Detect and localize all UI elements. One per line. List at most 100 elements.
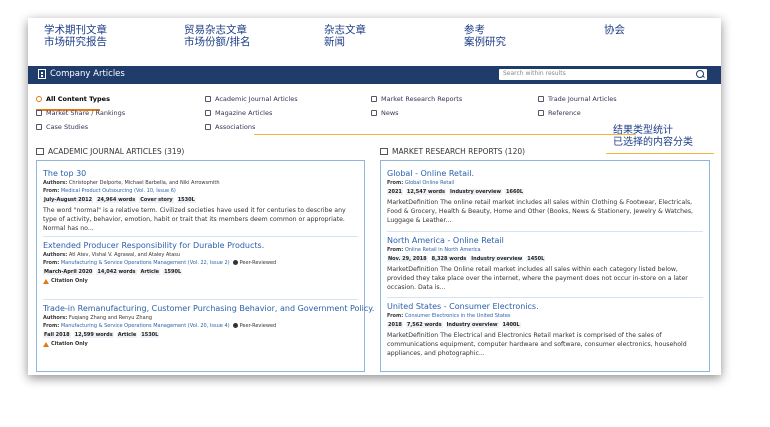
source-link[interactable]: Medical Product Outsourcing (Vol. 10, Is… — [61, 188, 176, 194]
badge-date: July-August 2012 — [43, 197, 94, 203]
filter-label: Market Research Reports — [381, 95, 463, 103]
filter-label: Reference — [548, 109, 581, 117]
filter-market-research-reports[interactable]: Market Research Reports — [371, 95, 462, 103]
search-icon[interactable] — [696, 70, 704, 78]
legend-col-4: 参考 案例研究 — [464, 24, 506, 48]
badge-words: 24,964 words — [96, 197, 137, 203]
source-link[interactable]: Online Retail in North America — [405, 247, 481, 253]
filter-label: All Content Types — [46, 95, 110, 103]
legend-text: 参考 — [464, 24, 485, 36]
badge-type: Industry overview — [445, 322, 499, 328]
newspaper-icon — [371, 110, 377, 116]
badge-words: 8,328 words — [430, 256, 468, 262]
academic-results-panel: The top 30 Authors: Christopher Delporte… — [36, 160, 374, 372]
badge-words: 7,562 words — [405, 322, 443, 328]
source-link[interactable]: Consumer Electronics in the United State… — [405, 313, 511, 319]
legend-col-1: 学术期刊文章 市场研究报告 — [44, 24, 107, 48]
badge-type: Article — [139, 269, 161, 275]
badge-date: 2021 — [387, 189, 403, 195]
result-description: MarketDefinition The online retail marke… — [387, 199, 694, 224]
badge-type: Industry overview — [449, 189, 502, 195]
citation-only: Citation Only — [43, 278, 358, 284]
authors-line: Authors: Christopher Delporte, Michael B… — [43, 180, 358, 186]
filter-label: Associations — [215, 123, 256, 131]
badge-words: 12,547 words — [405, 189, 447, 195]
citation-only: Citation Only — [43, 341, 358, 347]
result-card: North America - Online Retail From: Onli… — [387, 231, 703, 292]
briefcase-icon — [538, 96, 544, 102]
source-line: From: Online Retail in North America — [387, 247, 703, 253]
filter-news[interactable]: News — [371, 109, 399, 117]
badge-date: Nov. 29, 2018 — [387, 256, 428, 262]
source-line: From: Medical Product Outsourcing (Vol. … — [43, 188, 358, 194]
legend-text: 新闻 — [324, 36, 345, 48]
callout-line — [254, 134, 636, 135]
peer-reviewed-label: Peer-Reviewed — [239, 323, 277, 329]
search-input[interactable]: Search within results — [499, 69, 707, 80]
filter-reference[interactable]: Reference — [538, 109, 581, 117]
result-card: Trade-in Remanufacturing, Customer Purch… — [43, 299, 374, 347]
badge-words: 12,599 words — [73, 332, 114, 338]
warning-icon — [43, 278, 49, 284]
badge-date: Fall 2018 — [43, 332, 71, 338]
screenshot-frame: 学术期刊文章 市场研究报告 贸易杂志文章 市场份额/排名 杂志文章 新闻 参考 … — [28, 18, 721, 375]
badge-lexile: 1530L — [140, 332, 160, 338]
filter-trade-journal-articles[interactable]: Trade Journal Articles — [538, 95, 617, 103]
header-title-group: Company Articles — [38, 69, 125, 79]
callout-annotation: 结果类型统计 已选择的内容分类 — [613, 125, 693, 149]
filter-all-content-types[interactable]: All Content Types — [36, 95, 110, 103]
authors: Christopher Delporte, Michael Barbella, … — [68, 180, 220, 186]
filter-market-share-rankings[interactable]: Market Share / Rankings — [36, 109, 125, 117]
authors-line: Authors: Fuqiang Zhang and Renyu Zhang — [43, 315, 358, 321]
book-icon — [205, 110, 211, 116]
badge-lexile: 1450L — [526, 256, 546, 262]
badge-type: Industry overview — [470, 256, 524, 262]
citation-label: Citation Only — [51, 341, 88, 347]
source-link[interactable]: Global Online Retail — [405, 180, 454, 186]
from-label: From: — [43, 323, 60, 329]
peer-reviewed-icon — [232, 323, 238, 328]
legend-text: 市场研究报告 — [44, 36, 107, 48]
source-link[interactable]: Manufacturing & Service Operations Manag… — [61, 260, 230, 266]
filter-magazine-articles[interactable]: Magazine Articles — [205, 109, 272, 117]
result-title-link[interactable]: Global - Online Retail. — [387, 169, 703, 178]
result-title-link[interactable]: Trade-in Remanufacturing, Customer Purch… — [43, 304, 374, 313]
authors: Atl Atev, Vishal V. Agrawal, and Ataley … — [68, 252, 181, 258]
callout-text: 已选择的内容分类 — [613, 137, 693, 148]
mortarboard-icon — [36, 148, 44, 155]
result-title-link[interactable]: The top 30 — [43, 169, 358, 178]
pie-chart-icon — [36, 110, 42, 116]
source-link[interactable]: Manufacturing & Service Operations Manag… — [61, 323, 230, 329]
market-results-panel: Global - Online Retail. From: Global Onl… — [380, 160, 710, 372]
result-card: United States - Consumer Electronics. Fr… — [387, 297, 703, 358]
legend-text: 协会 — [604, 24, 625, 36]
building-icon — [38, 69, 46, 79]
result-card: Global - Online Retail. From: Global Onl… — [387, 169, 703, 225]
filter-associations[interactable]: Associations — [205, 123, 255, 131]
from-label: From: — [387, 313, 404, 319]
legend-col-5: 协会 — [604, 24, 625, 36]
legend-col-2: 贸易杂志文章 市场份额/排名 — [184, 24, 251, 48]
result-title-link[interactable]: Extended Producer Responsibility for Dur… — [43, 241, 358, 250]
result-title-link[interactable]: United States - Consumer Electronics. — [387, 302, 703, 311]
authors-label: Authors: — [43, 252, 68, 258]
source-line: From: Global Online Retail — [387, 180, 703, 186]
document-icon — [371, 96, 377, 102]
result-title-link[interactable]: North America - Online Retail — [387, 236, 703, 245]
authors-label: Authors: — [43, 180, 68, 186]
legend-text: 贸易杂志文章 — [184, 24, 247, 36]
chinese-legend: 学术期刊文章 市场研究报告 贸易杂志文章 市场份额/排名 杂志文章 新闻 参考 … — [28, 18, 721, 66]
academic-section-heading: ACADEMIC JOURNAL ARTICLES (319) — [36, 147, 184, 156]
result-card: The top 30 Authors: Christopher Delporte… — [43, 169, 358, 233]
filter-academic-journal-articles[interactable]: Academic Journal Articles — [205, 95, 298, 103]
result-card: Extended Producer Responsibility for Dur… — [43, 236, 358, 284]
authors: Fuqiang Zhang and Renyu Zhang — [68, 315, 152, 321]
result-description: MarketDefinition The Electrical and Elec… — [387, 332, 687, 357]
from-label: From: — [387, 247, 404, 253]
legend-text: 杂志文章 — [324, 24, 366, 36]
authors-line: Authors: Atl Atev, Vishal V. Agrawal, an… — [43, 252, 358, 258]
source-line: From: Manufacturing & Service Operations… — [43, 323, 358, 329]
filter-case-studies[interactable]: Case Studies — [36, 123, 88, 131]
badge-lexile: 1660L — [504, 189, 525, 195]
section-heading-text: MARKET RESEARCH REPORTS (120) — [392, 147, 526, 156]
